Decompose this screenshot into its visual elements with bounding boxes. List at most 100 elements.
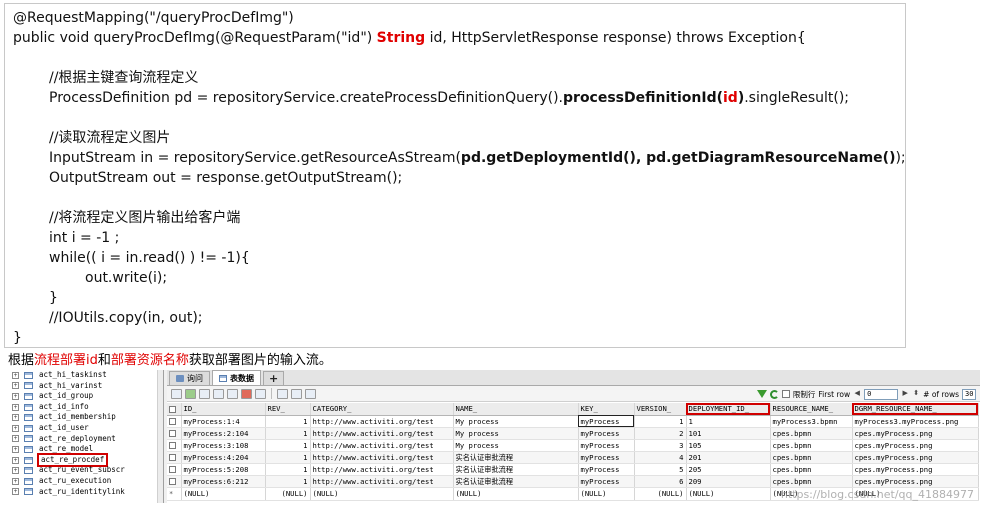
grid-cell[interactable]: 2	[634, 427, 687, 440]
grid-cell[interactable]: 1	[634, 415, 687, 428]
table-row[interactable]: myProcess:2:104 1 http://www.activiti.org/…	[167, 427, 979, 440]
prev-page-button[interactable]: ◀	[853, 389, 861, 399]
column-header[interactable]: NAME_	[453, 403, 579, 416]
grid-cell[interactable]: http://www.activiti.org/test	[310, 475, 454, 488]
expand-icon[interactable]: +	[12, 382, 19, 390]
grid-cell[interactable]: cpes.bpmn	[770, 475, 853, 488]
table-row[interactable]: myProcess:1:4 1 http://www.activiti.org/te…	[167, 415, 979, 428]
tree-item[interactable]: + act_ru_identitylink	[8, 487, 163, 498]
grid-cell[interactable]: (NULL)	[634, 487, 687, 501]
table-row[interactable]: myProcess:5:208 1 http://www.activiti.org/…	[167, 463, 979, 476]
column-header[interactable]: DEPLOYMENT_ID_	[686, 403, 771, 416]
grid-cell[interactable]: myProcess	[578, 439, 635, 452]
expand-icon[interactable]: +	[12, 477, 19, 485]
duplicate-icon[interactable]	[227, 388, 238, 399]
grid-cell[interactable]: (NULL)	[181, 487, 266, 501]
grid-cell[interactable]: http://www.activiti.org/test	[310, 463, 454, 476]
tree-item[interactable]: + act_hi_varinst	[8, 381, 163, 392]
grid-cell[interactable]: 205	[686, 463, 771, 476]
grid-cell[interactable]: myProcess	[578, 475, 635, 488]
expand-icon[interactable]: +	[12, 488, 19, 496]
select-all-checkbox[interactable]	[169, 405, 176, 413]
grid-cell[interactable]: 1	[265, 427, 311, 440]
grid-cell[interactable]: http://www.activiti.org/test	[310, 439, 454, 452]
grid-cell[interactable]: 1	[265, 451, 311, 464]
grid-cell[interactable]: myProcess	[578, 427, 635, 440]
add-tab-button[interactable]: +	[263, 371, 285, 385]
grid-cell[interactable]: cpes.myProcess.png	[852, 463, 979, 476]
grid-cell[interactable]: (NULL)	[453, 487, 579, 501]
copy-icon[interactable]	[213, 388, 224, 399]
tree-item[interactable]: + act_id_user	[8, 423, 163, 434]
tree-item[interactable]: + act_id_membership	[8, 412, 163, 423]
grid-view-icon[interactable]	[171, 388, 182, 399]
grid-cell[interactable]: 4	[634, 451, 687, 464]
expand-icon[interactable]: +	[12, 424, 19, 432]
grid-cell[interactable]: cpes.myProcess.png	[852, 439, 979, 452]
column-header[interactable]: DGRM_RESOURCE_NAME_	[852, 403, 979, 416]
row-select-cell[interactable]	[167, 415, 182, 428]
column-header[interactable]: CATEGORY_	[310, 403, 454, 416]
refresh-icon[interactable]	[769, 389, 779, 399]
filter-icon[interactable]	[756, 390, 767, 398]
delete-icon[interactable]	[241, 388, 252, 399]
grid-cell[interactable]: myProcess3.bpmn	[770, 415, 853, 428]
tree-item[interactable]: + act_id_group	[8, 391, 163, 402]
grid-cell[interactable]: My process	[453, 439, 579, 452]
row-select-cell[interactable]	[167, 475, 182, 488]
refresh-grid-icon[interactable]	[255, 388, 266, 399]
expand-icon[interactable]: +	[12, 445, 19, 453]
expand-icon[interactable]: +	[12, 414, 19, 422]
grid-cell[interactable]: myProcess3.myProcess.png	[852, 415, 979, 428]
grid-cell[interactable]: myProcess:3:108	[181, 439, 266, 452]
grid-cell[interactable]: cpes.bpmn	[770, 427, 853, 440]
column-header[interactable]: KEY_	[578, 403, 635, 416]
column-header[interactable]: ID_	[181, 403, 266, 416]
grid-cell[interactable]: cpes.bpmn	[770, 463, 853, 476]
first-row-input[interactable]: 0	[864, 388, 899, 400]
tree-scrollbar[interactable]	[157, 370, 163, 503]
grid-cell[interactable]: cpes.bpmn	[770, 439, 853, 452]
text-mode-icon[interactable]	[305, 388, 316, 399]
grid-cell[interactable]: 1	[265, 415, 311, 428]
grid-cell[interactable]: 101	[686, 427, 771, 440]
row-checkbox[interactable]	[169, 442, 176, 449]
grid-cell[interactable]: myProcess:6:212	[181, 475, 266, 488]
tree-item[interactable]: + act_re_procdef	[8, 452, 163, 468]
select-all-cell[interactable]	[167, 403, 182, 416]
grid-cell[interactable]: 105	[686, 439, 771, 452]
grid-cell[interactable]: 201	[686, 451, 771, 464]
next-page-button[interactable]: ▶	[901, 389, 909, 399]
grid-cell[interactable]: 1	[265, 475, 311, 488]
grid-cell[interactable]: 6	[634, 475, 687, 488]
grid-cell[interactable]: 实名认证审批流程	[453, 451, 579, 464]
grid-cell[interactable]: cpes.myProcess.png	[852, 475, 979, 488]
grid-cell[interactable]: http://www.activiti.org/test	[310, 427, 454, 440]
tree-item[interactable]: + act_ru_event_subscr	[8, 465, 163, 476]
grid-cell[interactable]: myProcess:4:204	[181, 451, 266, 464]
rows-count-input[interactable]: 30	[962, 388, 976, 400]
page-step-icon[interactable]: ⬍	[912, 389, 920, 399]
row-select-cell[interactable]	[167, 451, 182, 464]
table-row[interactable]: myProcess:3:108 1 http://www.activiti.org/…	[167, 439, 979, 452]
row-checkbox[interactable]	[169, 454, 176, 461]
table-row[interactable]: myProcess:6:212 1 http://www.activiti.org/…	[167, 475, 979, 488]
grid-cell[interactable]: myProcess:2:104	[181, 427, 266, 440]
grid-cell[interactable]: cpes.bpmn	[770, 451, 853, 464]
tab-query[interactable]: 询问	[169, 371, 210, 385]
grid-cell[interactable]: cpes.myProcess.png	[852, 427, 979, 440]
grid-cell[interactable]: (NULL)	[578, 487, 635, 501]
grid-cell[interactable]: 5	[634, 463, 687, 476]
tree-item[interactable]: + act_id_info	[8, 402, 163, 413]
grid-cell[interactable]: My process	[453, 427, 579, 440]
row-checkbox[interactable]	[169, 478, 176, 485]
tree-item[interactable]: + act_re_model	[8, 444, 163, 455]
save-icon[interactable]	[199, 388, 210, 399]
row-select-cell[interactable]	[167, 463, 182, 476]
grid-cell[interactable]: myProcess	[578, 451, 635, 464]
row-select-cell[interactable]	[167, 439, 182, 452]
tree-item[interactable]: + act_ru_execution	[8, 476, 163, 487]
row-checkbox[interactable]	[169, 418, 176, 425]
grid-cell[interactable]: 3	[634, 439, 687, 452]
insert-row-icon[interactable]	[185, 388, 196, 399]
